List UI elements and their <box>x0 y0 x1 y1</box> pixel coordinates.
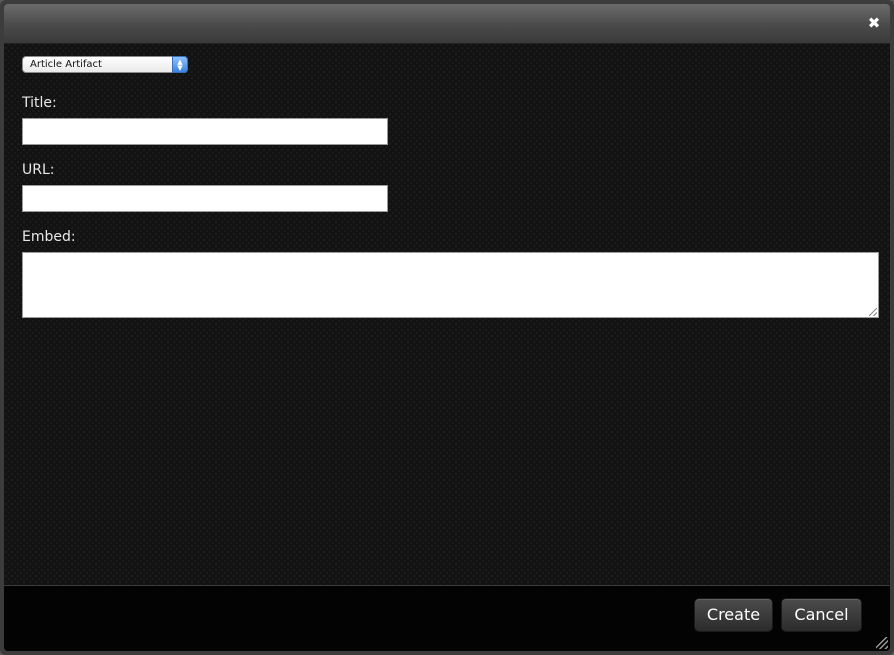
url-label: URL: <box>22 162 55 178</box>
dialog-footer: Create Cancel <box>4 585 890 651</box>
embed-textarea[interactable] <box>22 252 879 318</box>
dialog-resize-handle[interactable] <box>876 637 888 649</box>
artifact-type-select[interactable]: Article Artifact ▲ ▼ <box>22 56 188 73</box>
close-icon[interactable]: ✖ <box>867 16 881 31</box>
embed-label: Embed: <box>22 229 76 245</box>
select-stepper-icon[interactable]: ▲ ▼ <box>172 56 188 73</box>
title-input[interactable] <box>22 118 388 145</box>
textarea-resize-handle[interactable] <box>869 308 877 316</box>
artifact-type-selected: Article Artifact <box>30 59 102 70</box>
dialog-titlebar[interactable]: ✖ <box>4 4 890 44</box>
title-label: Title: <box>22 95 57 111</box>
embed-textarea-wrap <box>22 252 879 318</box>
url-input[interactable] <box>22 185 388 212</box>
cancel-button[interactable]: Cancel <box>781 598 862 632</box>
dialog-body: ✖ Article Artifact ▲ ▼ Title: URL: Embed:… <box>4 4 890 651</box>
create-button[interactable]: Create <box>694 598 773 632</box>
modal-dialog: ✖ Article Artifact ▲ ▼ Title: URL: Embed:… <box>0 0 894 655</box>
